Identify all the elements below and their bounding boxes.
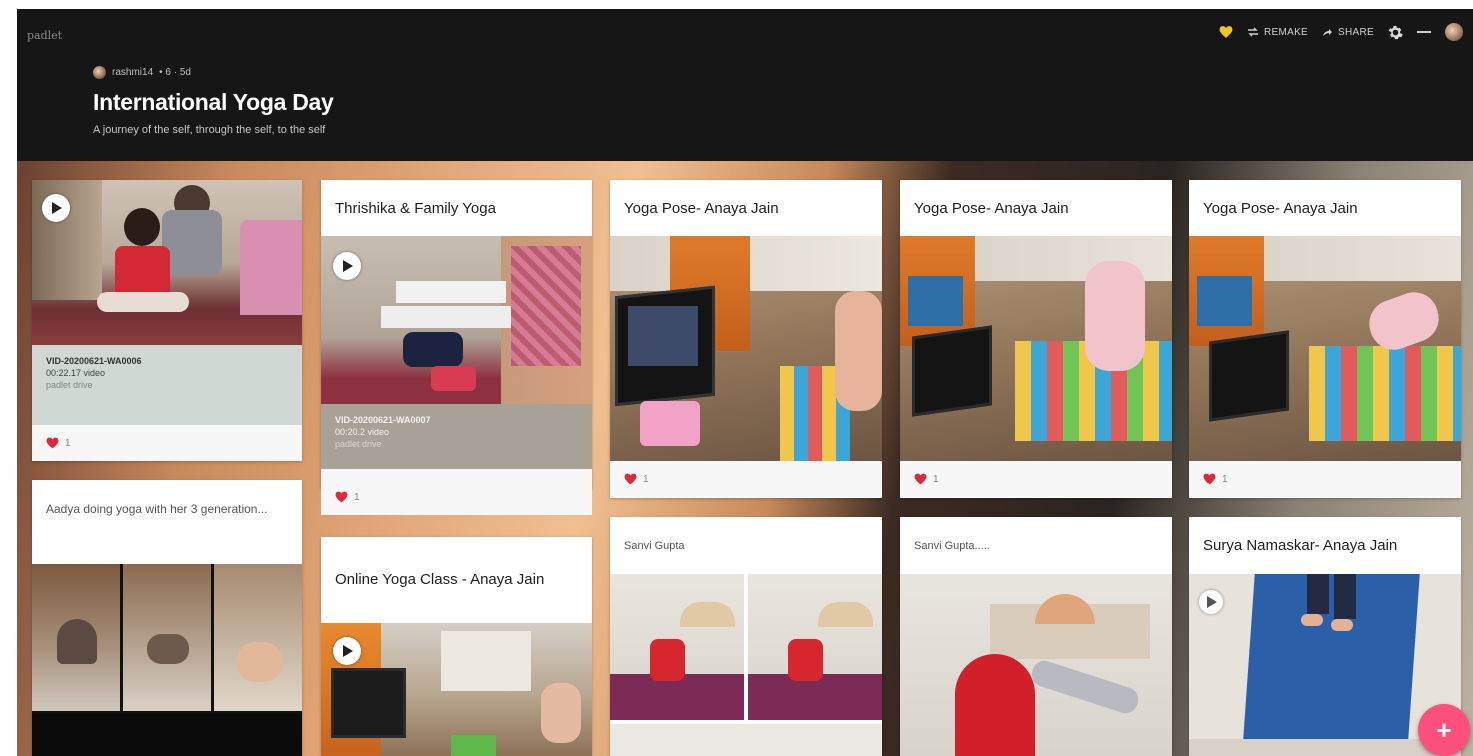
remake-button[interactable]: REMAKE: [1247, 27, 1308, 38]
attachment-info[interactable]: VID-20200621-WA0007 00:20.2 video padlet…: [321, 404, 592, 469]
like-count: 1: [643, 473, 649, 485]
play-icon[interactable]: [42, 194, 70, 222]
reaction-bar: 1: [610, 461, 882, 497]
remake-icon: [1248, 27, 1258, 37]
attachment-info[interactable]: VID-20200621-WA0006 00:22.17 video padle…: [32, 345, 302, 425]
post-title: Sanvi Gupta: [610, 517, 882, 574]
page-subtitle: A journey of the self, through the self,…: [93, 124, 326, 136]
add-post-button[interactable]: +: [1418, 704, 1470, 756]
reaction-bar: 1: [900, 461, 1172, 497]
post-title: Online Yoga Class - Anaya Jain: [321, 537, 592, 623]
attachment-name: VID-20200621-WA0006: [46, 356, 142, 366]
play-icon[interactable]: [333, 637, 361, 665]
author-avatar: [93, 66, 106, 79]
remake-label: REMAKE: [1264, 26, 1309, 38]
like-count: 1: [354, 491, 360, 503]
plus-icon: +: [1436, 714, 1452, 745]
post-card[interactable]: Aadya doing yoga with her 3 generation..…: [32, 480, 302, 756]
post-title-text: Yoga Pose- Anaya Jain: [624, 199, 779, 217]
attachment-name: VID-20200621-WA0007: [335, 415, 431, 425]
heart-icon[interactable]: [46, 437, 59, 449]
post-title-text: Thrishika & Family Yoga: [335, 199, 496, 217]
post-card[interactable]: Thrishika & Family Yoga VID-20200621-WA0…: [321, 180, 592, 489]
heart-icon[interactable]: [335, 491, 348, 503]
post-card[interactable]: Yoga Pose- Anaya Jain 1: [1189, 180, 1461, 498]
post-image[interactable]: [900, 574, 1172, 756]
post-title-text: Surya Namaskar- Anaya Jain: [1203, 537, 1398, 554]
post-title: Yoga Pose- Anaya Jain: [610, 180, 882, 236]
header-bar: padlet REMAKE SHARE rashmi14 • 6 · 5d In…: [17, 9, 1473, 161]
reaction-bar-card: 1: [321, 479, 592, 515]
image-grid[interactable]: [32, 564, 302, 756]
attachment-source: padlet drive: [335, 439, 382, 449]
heart-icon[interactable]: [914, 473, 927, 485]
post-body-text: Aadya doing yoga with her 3 generation..…: [46, 502, 268, 516]
post-title-text: Sanvi Gupta.....: [914, 539, 990, 552]
post-title: Yoga Pose- Anaya Jain: [900, 180, 1172, 236]
post-title: Yoga Pose- Anaya Jain: [1189, 180, 1461, 236]
post-image[interactable]: [900, 236, 1172, 461]
post-image[interactable]: [1189, 236, 1461, 461]
video-thumbnail[interactable]: [321, 623, 592, 756]
post-card[interactable]: VID-20200621-WA0006 00:22.17 video padle…: [32, 180, 302, 461]
image-grid[interactable]: [610, 574, 882, 756]
share-icon: [1323, 28, 1333, 36]
post-stats: • 6 · 5d: [159, 67, 191, 78]
like-count: 1: [1222, 473, 1228, 485]
padlet-window: padlet REMAKE SHARE rashmi14 • 6 · 5d In…: [17, 9, 1473, 756]
heart-icon[interactable]: [1219, 25, 1233, 39]
heart-icon[interactable]: [1203, 473, 1216, 485]
post-card[interactable]: Sanvi Gupta.....: [900, 517, 1172, 756]
author-name[interactable]: rashmi14: [112, 67, 153, 78]
share-button[interactable]: SHARE: [1322, 27, 1374, 38]
play-icon[interactable]: [333, 252, 361, 280]
author-meta: rashmi14 • 6 · 5d: [93, 66, 191, 79]
post-title-text: Online Yoga Class - Anaya Jain: [335, 571, 545, 588]
post-title-text: Sanvi Gupta: [624, 539, 685, 552]
post-body: Aadya doing yoga with her 3 generation..…: [32, 480, 302, 564]
share-label: SHARE: [1338, 26, 1374, 38]
post-card[interactable]: Sanvi Gupta: [610, 517, 882, 756]
reaction-bar: 1: [32, 425, 302, 461]
post-title-text: Yoga Pose- Anaya Jain: [1203, 199, 1358, 217]
page-title: International Yoga Day: [93, 89, 334, 115]
post-title-text: Yoga Pose- Anaya Jain: [914, 199, 1069, 217]
reaction-bar: 1: [1189, 461, 1461, 497]
gear-icon[interactable]: [1388, 25, 1403, 40]
heart-icon[interactable]: [624, 473, 637, 485]
header-actions: REMAKE SHARE: [1219, 23, 1463, 41]
like-count: 1: [933, 473, 939, 485]
attachment-meta: 00:22.17 video: [46, 368, 106, 378]
brand-logo[interactable]: padlet: [27, 29, 62, 42]
post-image[interactable]: [610, 236, 882, 461]
post-card[interactable]: Yoga Pose- Anaya Jain 1: [610, 180, 882, 498]
video-thumbnail[interactable]: [32, 180, 302, 345]
like-count: 1: [65, 437, 71, 449]
play-icon[interactable]: [1199, 590, 1223, 614]
video-thumbnail[interactable]: [321, 236, 592, 404]
attachment-meta: 00:20.2 video: [335, 427, 390, 437]
post-card[interactable]: Online Yoga Class - Anaya Jain: [321, 537, 592, 756]
post-title: Sanvi Gupta.....: [900, 517, 1172, 574]
post-card[interactable]: Yoga Pose- Anaya Jain 1: [900, 180, 1172, 498]
more-icon[interactable]: [1417, 30, 1431, 34]
avatar[interactable]: [1445, 23, 1463, 41]
attachment-source: padlet drive: [46, 380, 93, 390]
post-title: Surya Namaskar- Anaya Jain: [1189, 517, 1461, 574]
post-title: Thrishika & Family Yoga: [321, 180, 592, 236]
reaction-bar: 1: [321, 479, 592, 515]
